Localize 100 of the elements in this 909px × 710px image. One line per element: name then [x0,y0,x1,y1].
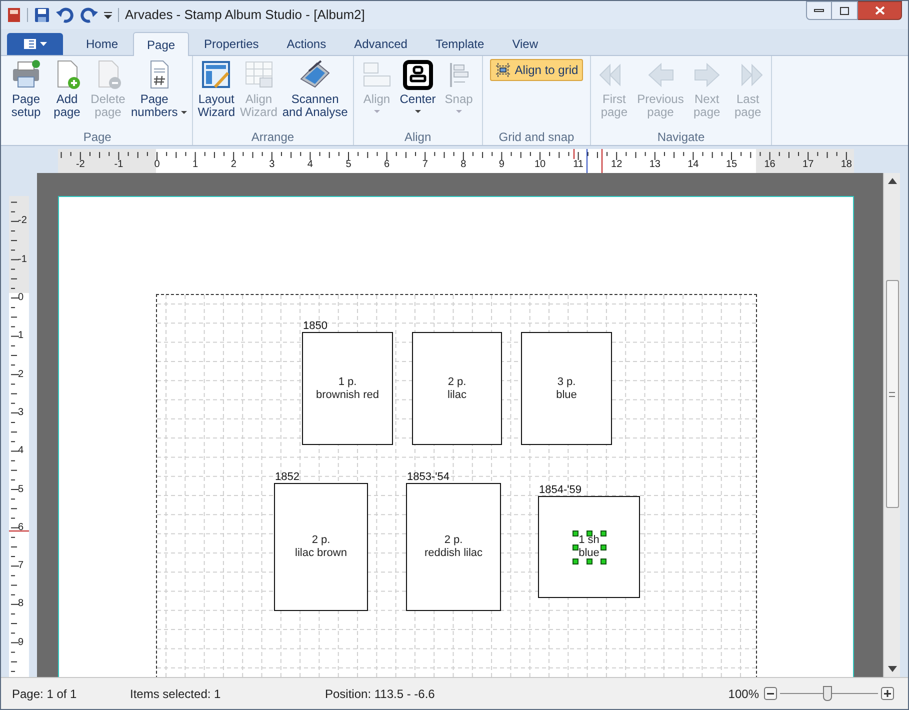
ribbon-command-button[interactable]: Add page [47,59,87,119]
ruler-label: 16 [764,159,776,171]
zoom-slider[interactable] [780,686,878,702]
ruler-label: 7 [422,159,428,171]
ribbon-command-button[interactable]: Page numbers [129,59,189,119]
zoom-percentage: 100% [728,686,759,702]
stamp-caption[interactable]: 2 p. lilac [448,376,466,402]
year-label[interactable]: 1854-'59 [539,484,582,496]
ruler-label: 14 [688,159,699,171]
ruler-label: 18 [840,159,852,171]
cursor-position: Position: 113.5 - -6.6 [325,686,435,702]
ribbon-group-label: Align [404,129,432,145]
ribbon-tab[interactable]: View [499,33,551,55]
ruler-label: -2 [18,215,27,228]
ruler-label: 5 [18,484,24,496]
undo-icon[interactable] [56,7,74,23]
vertical-scrollbar[interactable] [883,173,900,677]
ruler-label: 4 [307,159,313,171]
scroll-up-icon[interactable] [888,178,896,184]
window-title: Arvades - Stamp Album Studio - [Album2] [125,6,365,24]
caret-icon [180,111,187,114]
ribbon-tab[interactable]: Properties [191,33,272,55]
stamp-caption[interactable]: 2 p. lilac brown [295,534,347,560]
year-label[interactable]: 1853-'54 [407,471,450,483]
ribbon-group-label: Navigate [657,129,705,145]
year-label[interactable]: 1852 [275,471,300,483]
ruler-label: 4 [18,445,24,458]
ribbon-tab[interactable]: Page [133,32,190,56]
stamp-frame[interactable]: 1 p. brownish red [302,332,393,445]
ribbon-tab[interactable]: Actions [274,33,340,55]
stamp-caption[interactable]: 2 p. reddish lilac [424,534,483,560]
scroll-down-icon[interactable] [888,666,896,672]
ribbon-command-button[interactable]: Center [398,59,438,113]
ruler-label: 17 [802,159,814,171]
ruler-label: 5 [346,159,352,171]
selection-handles-drawing[interactable] [572,530,608,566]
app-icon[interactable] [7,7,21,23]
year-label[interactable]: 1850 [303,320,328,332]
ribbon-tab[interactable]: Advanced [341,33,420,55]
stamp-caption[interactable]: 1 p. brownish red [316,376,379,402]
ruler-label: 9 [498,159,504,171]
ruler-label: 6 [384,159,390,171]
ruler-label: 13 [649,159,660,171]
ruler-label: 9 [18,636,24,649]
ruler-label: 10 [534,159,546,171]
page-count: Page: 1 of 1 [12,686,78,702]
zoom-out-button[interactable] [764,687,777,700]
ribbon-command-button[interactable]: Scannen and Analyse [280,59,350,119]
ruler-label: 1 [192,159,198,171]
ruler-label: 15 [726,159,738,171]
ruler-label: 12 [611,159,622,171]
ruler-label: -1 [114,159,124,171]
application-menu-button[interactable] [7,33,63,55]
close-icon [874,6,884,15]
stamp-frame[interactable]: 2 p. lilac [412,332,502,445]
stamp-caption[interactable]: 3 p. blue [556,376,577,402]
ribbon-command-button[interactable]: Layout Wizard [196,59,238,119]
maximize-button[interactable] [832,1,858,20]
stamp-frame[interactable]: 2 p. lilac brown [274,483,368,611]
ribbon-group-label: Arrange [251,129,294,145]
ribbon-tab[interactable]: Home [73,33,132,55]
align-to-grid-toggle[interactable]: Align to grid [490,59,584,81]
scroll-thumb[interactable] [886,280,898,508]
ruler-label: 11 [573,159,584,171]
stamp-frame[interactable]: 3 p. blue [521,332,612,445]
layout-window-icon [200,59,232,91]
zoom-slider-thumb[interactable] [822,686,832,700]
ribbon-command-button[interactable]: Page setup [6,59,46,119]
ruler-label: 1 [18,330,24,342]
ruler-label: 3 [18,406,24,419]
stamp-frame[interactable]: 1 sh blue [538,496,640,598]
ruler-label: -2 [76,159,85,171]
ruler-label: 8 [460,159,466,171]
menu-icon [24,39,36,49]
ruler-label: 0 [154,159,160,171]
ruler-label: 2 [18,368,24,381]
zoom-in-button[interactable] [881,687,894,700]
ruler-label: 2 [230,159,236,171]
ruler-label: 6 [18,522,24,534]
ribbon-group-label: Grid and snap [498,129,574,145]
ruler-label: 0 [18,292,24,304]
caret-icon [414,110,421,113]
ruler-label: -1 [18,254,27,266]
ruler-label: 7 [18,560,24,572]
redo-icon[interactable] [80,7,98,23]
stamp-caption[interactable]: 1 sh blue [578,534,600,560]
center-icon [402,59,434,91]
ruler-label: 8 [18,598,24,610]
stamp-frame[interactable]: 2 p. reddish lilac [406,483,501,611]
ribbon-tab[interactable]: Template [422,33,498,55]
caret-icon [374,110,380,113]
close-button[interactable] [858,1,902,20]
caret-icon [40,42,46,46]
save-icon[interactable] [34,7,50,23]
minimize-button[interactable] [806,1,832,20]
ruler-label: 3 [269,159,275,171]
customize-caret-icon[interactable] [104,11,112,19]
grid-align-icon [494,62,511,78]
items-selected: Items selected: 1 [130,686,222,702]
caret-icon [456,110,462,113]
